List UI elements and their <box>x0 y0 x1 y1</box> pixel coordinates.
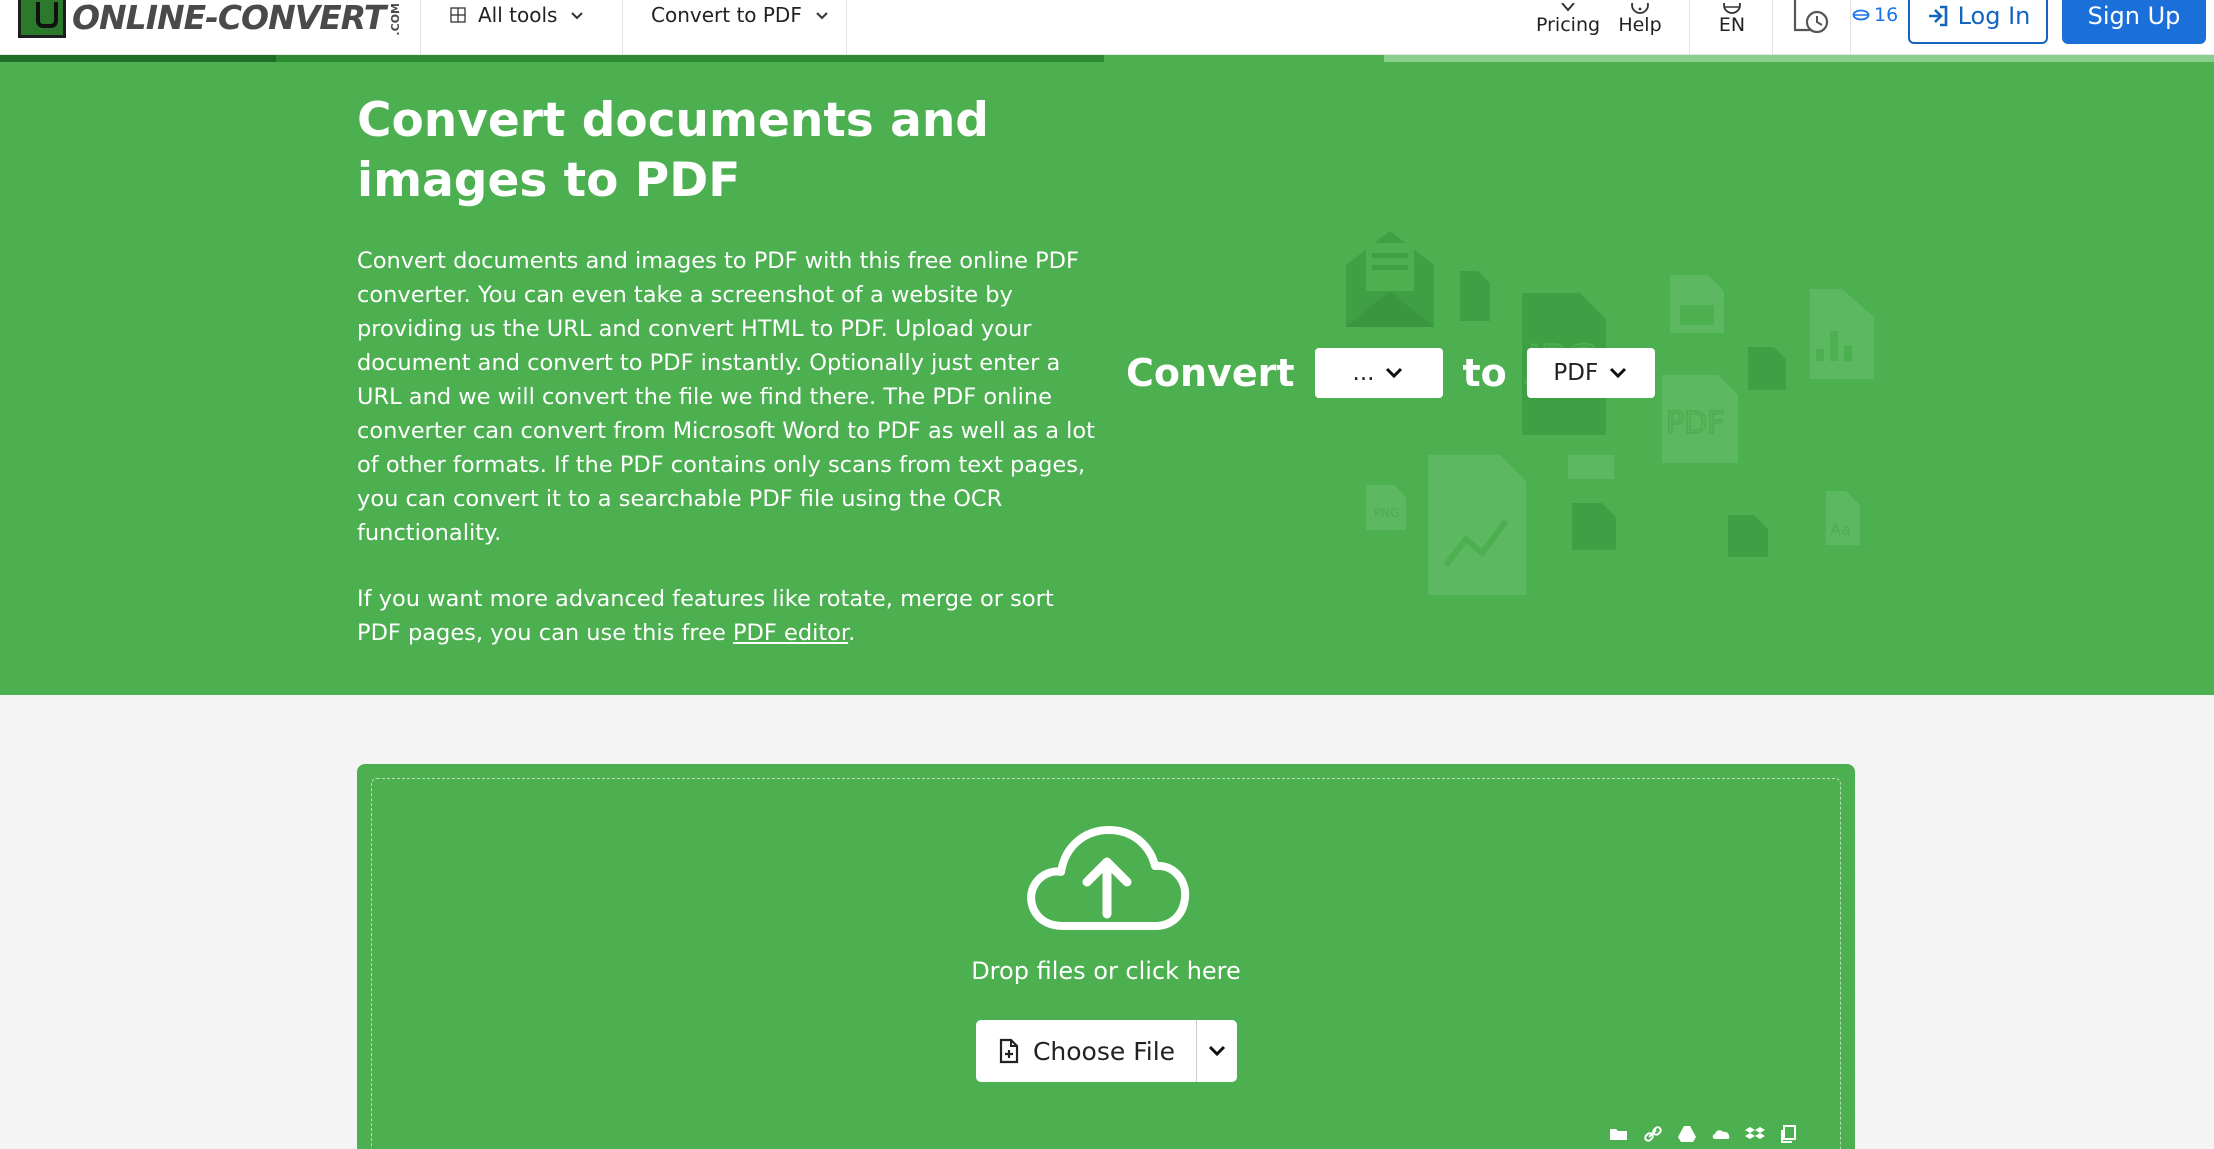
logo-mark <box>18 0 66 38</box>
link-icon[interactable] <box>1641 1122 1665 1146</box>
dropbox-icon[interactable] <box>1743 1122 1767 1146</box>
pdf-editor-link[interactable]: PDF editor <box>733 620 848 646</box>
file-icons-decoration: JPG PNG PDF Aa <box>1346 231 1874 595</box>
login-icon <box>1928 5 1947 27</box>
coins-icon <box>1852 9 1870 21</box>
language-label: EN <box>1718 14 1746 36</box>
to-format-value: PDF <box>1553 360 1599 386</box>
pricing-icon <box>1536 0 1600 14</box>
deco-label: PNG <box>1374 506 1400 520</box>
logo-text: ONLINE-CONVERT <box>72 0 386 37</box>
cloud-upload-icon <box>1027 826 1190 930</box>
site-logo[interactable]: ONLINE-CONVERT .COM <box>18 0 402 38</box>
pricing-link[interactable]: Pricing <box>1536 0 1600 36</box>
deco-label: PDF <box>1666 406 1724 441</box>
all-tools-label: All tools <box>478 3 558 27</box>
to-format-select[interactable]: PDF <box>1526 348 1655 398</box>
header-divider <box>846 0 847 55</box>
hero-stripe <box>276 55 1104 62</box>
signup-button[interactable]: Sign Up <box>2062 0 2206 44</box>
header-divider <box>1850 0 1851 55</box>
upload-dropzone[interactable]: Drop files or click here Choose File <box>357 764 1855 1149</box>
printer-icon <box>1568 455 1614 479</box>
deco-label: Aa <box>1830 520 1851 539</box>
header-divider <box>622 0 623 55</box>
help-link[interactable]: Help <box>1612 0 1668 36</box>
file-history-icon <box>1793 0 1829 34</box>
chart-file-icon <box>1428 455 1526 595</box>
xls-file-icon <box>1748 347 1786 390</box>
header-divider <box>1772 0 1773 55</box>
login-button[interactable]: Log In <box>1908 0 2048 44</box>
from-format-select[interactable]: ... <box>1314 348 1443 398</box>
header-divider <box>420 0 421 55</box>
onedrive-icon[interactable] <box>1709 1122 1733 1146</box>
clipboard-icon[interactable] <box>1777 1122 1801 1146</box>
advanced-text-after: . <box>848 620 856 646</box>
chevron-down-icon <box>1386 367 1403 379</box>
bar-chart-file-icon <box>1810 289 1874 379</box>
grid-icon <box>450 7 466 23</box>
chevron-down-icon <box>816 12 828 20</box>
all-tools-dropdown[interactable]: All tools <box>450 0 585 30</box>
help-icon <box>1612 0 1668 14</box>
from-format-value: ... <box>1352 360 1375 386</box>
file-add-icon <box>999 1038 1019 1064</box>
chevron-down-icon <box>571 12 584 20</box>
choose-file-dropdown[interactable] <box>1196 1020 1237 1082</box>
to-word: to <box>1462 351 1507 395</box>
chevron-down-icon <box>1610 367 1627 379</box>
hero-section: Convert documents and images to PDF Conv… <box>0 55 2214 695</box>
google-drive-icon[interactable] <box>1675 1122 1699 1146</box>
convert-to-label: Convert to PDF <box>651 3 802 27</box>
globe-icon <box>1712 0 1752 14</box>
history-button[interactable] <box>1790 0 1832 41</box>
header-divider <box>1689 0 1690 55</box>
signup-label: Sign Up <box>2087 2 2181 30</box>
top-navbar: ONLINE-CONVERT .COM All tools Convert to… <box>0 0 2214 55</box>
pricing-label: Pricing <box>1536 14 1601 36</box>
chevron-down-icon <box>1208 1045 1226 1057</box>
gif-file-icon <box>1460 271 1490 321</box>
hero-advanced-text: If you want more advanced features like … <box>357 582 1097 650</box>
choose-file-button[interactable]: Choose File <box>976 1020 1237 1082</box>
hero-description: Convert documents and images to PDF with… <box>357 248 1095 546</box>
convert-selector-row: Convert ... to PDF <box>1126 348 1655 398</box>
page-title: Convert documents and images to PDF <box>357 93 989 208</box>
choose-file-main[interactable]: Choose File <box>976 1020 1196 1082</box>
convert-word: Convert <box>1126 351 1295 395</box>
convert-to-dropdown[interactable]: Convert to PDF <box>651 0 830 30</box>
advanced-text-before: If you want more advanced features like … <box>357 586 1054 646</box>
choose-file-label: Choose File <box>1032 1036 1176 1066</box>
drop-files-text: Drop files or click here <box>971 957 1241 985</box>
language-selector[interactable]: EN <box>1712 0 1752 36</box>
credits-count: 16 <box>1874 4 1899 26</box>
logo-suffix: .COM <box>389 2 403 36</box>
tiff-file-icon <box>1728 515 1768 557</box>
docx-file-icon <box>1572 503 1616 550</box>
folder-icon[interactable] <box>1607 1122 1631 1146</box>
login-label: Log In <box>1957 2 2031 30</box>
credits-counter[interactable]: 16 <box>1852 4 1898 26</box>
help-label: Help <box>1618 14 1662 36</box>
upload-source-icons <box>1607 1122 1801 1146</box>
hero-stripe <box>0 55 276 62</box>
hero-stripe <box>1384 55 2214 62</box>
